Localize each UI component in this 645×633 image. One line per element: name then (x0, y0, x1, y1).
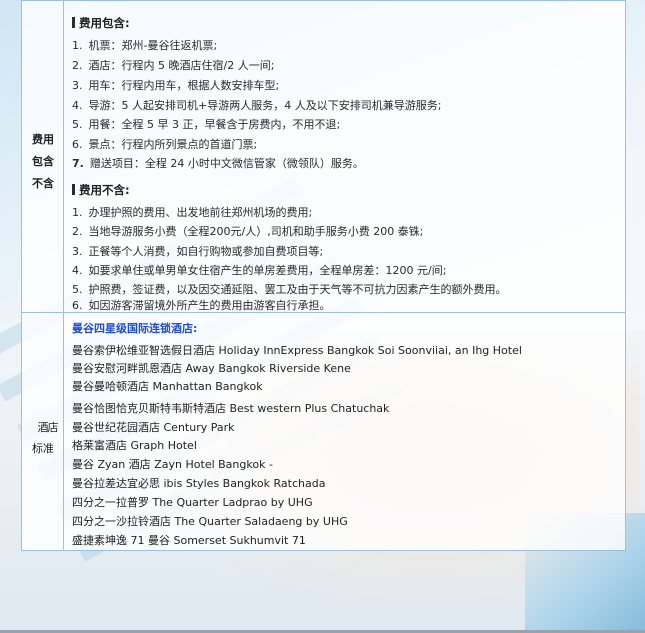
hotel-item: 盛捷素坤逸 71 曼谷 Somerset Sukhumvit 71 (72, 534, 306, 547)
heading-marker-icon (72, 17, 75, 28)
item-text: 当地导游服务小费（全程200元/人）,司机和助手服务小费 200 泰铢; (88, 225, 424, 238)
item-text: 正餐等个人消费，如自行购物或参加自费项目等; (88, 245, 324, 258)
included-item: 6. 景点：行程内所列景点的首道门票; (72, 136, 257, 152)
item-number: 2. (72, 225, 83, 238)
hotel-row: 酒 店 标准 曼谷四星级国际连锁酒店: 曼谷索伊松维亚智选假日酒店 Holida… (22, 313, 625, 550)
included-heading: 费用包含: (72, 15, 130, 31)
hotel-item: 曼谷世纪花园酒店 Century Park (72, 421, 235, 434)
included-item: 2. 酒店：行程内 5 晚酒店住宿/2 人一间; (72, 57, 274, 73)
item-number: 2. (72, 59, 83, 72)
item-number: 5. (72, 118, 83, 131)
item-number: 6. (72, 299, 83, 312)
item-text: 导游：5 人起安排司机+导游两人服务，4 人及以下安排司机兼导游服务; (88, 99, 442, 112)
excluded-item: 3. 正餐等个人消费，如自行购物或参加自费项目等; (72, 243, 323, 259)
hotel-heading: 曼谷四星级国际连锁酒店: (72, 322, 198, 335)
hotel-label-line: 店 (47, 421, 59, 434)
hotel-item: 曼谷索伊松维亚智选假日酒店 Holiday InnExpress Bangkok… (72, 344, 522, 357)
excluded-item: 5. 护照费，签证费，以及因交通延阻、罢工及由于天气等不可抗力因素产生的额外费用。 (72, 281, 507, 297)
fees-row: 费用 包含 不含 费用包含: 1. 机票：郑州-曼谷往返机票; 2. 酒店：行程内 … (22, 1, 625, 313)
item-text: 用车：行程内用车，根据人数安排车型; (88, 79, 280, 92)
included-heading-text: 费用包含: (79, 16, 130, 30)
fees-label-line: 包含 (32, 155, 54, 168)
item-number: 4. (72, 264, 83, 277)
included-item: 4. 导游：5 人起安排司机+导游两人服务，4 人及以下安排司机兼导游服务; (72, 97, 441, 113)
excluded-item: 4. 如要求单住或单男单女住宿产生的单房差费用，全程单房差：1200 元/间; (72, 262, 446, 278)
excluded-item: 2. 当地导游服务小费（全程200元/人）,司机和助手服务小费 200 泰铢; (72, 223, 423, 239)
item-text: 如要求单住或单男单女住宿产生的单房差费用，全程单房差：1200 元/间; (88, 264, 447, 277)
item-text: 机票：郑州-曼谷往返机票; (88, 39, 218, 52)
hotel-item: 曼谷安慰河畔凯恩酒店 Away Bangkok Riverside Kene (72, 362, 351, 375)
hotel-item: 曼谷曼哈顿酒店 Manhattan Bangkok (72, 380, 263, 393)
item-number: 3. (72, 245, 83, 258)
excluded-item: 6. 如因游客滞留境外所产生的费用由游客自行承担。 (72, 297, 331, 313)
item-number: 6. (72, 138, 83, 151)
item-number: 5. (72, 283, 83, 296)
hotel-item: 曼谷恰图恰克贝斯特韦斯特酒店 Best western Plus Chatuch… (72, 402, 390, 415)
hotel-item: 四分之一拉普罗 The Quarter Ladprao by UHG (72, 496, 313, 509)
item-text: 用餐：全程 5 早 3 正，早餐含于房费内，不用不退; (88, 118, 341, 131)
excluded-item: 1. 办理护照的费用、出发地前往郑州机场的费用; (72, 204, 312, 220)
included-item: 3. 用车：行程内用车，根据人数安排车型; (72, 77, 279, 93)
item-number: 7. (72, 157, 84, 170)
included-item: 5. 用餐：全程 5 早 3 正，早餐含于房费内，不用不退; (72, 116, 340, 132)
item-number: 4. (72, 99, 83, 112)
item-text: 景点：行程内所列景点的首道门票; (88, 138, 258, 151)
item-text: 赠送项目：全程 24 小时中文微信管家（微领队）服务。 (89, 157, 364, 170)
fees-label-line: 费用 (32, 133, 54, 146)
hotel-label-line: 标准 (32, 442, 54, 455)
heading-marker-icon (72, 184, 75, 195)
excluded-heading-text: 费用不含: (79, 183, 130, 197)
hotel-item: 四分之一沙拉铃酒店 The Quarter Saladaeng by UHG (72, 515, 348, 528)
included-item: 1. 机票：郑州-曼谷往返机票; (72, 37, 217, 53)
item-number: 1. (72, 206, 83, 219)
fees-label-cell: 费用 包含 不含 (22, 1, 64, 312)
item-text: 护照费，签证费，以及因交通延阻、罢工及由于天气等不可抗力因素产生的额外费用。 (88, 283, 507, 296)
itinerary-table: 费用 包含 不含 费用包含: 1. 机票：郑州-曼谷往返机票; 2. 酒店：行程内 … (21, 0, 626, 551)
fees-label-line: 不含 (32, 177, 54, 190)
included-item: 7. 赠送项目：全程 24 小时中文微信管家（微领队）服务。 (72, 155, 364, 171)
item-text: 办理护照的费用、出发地前往郑州机场的费用; (88, 206, 313, 219)
excluded-heading: 费用不含: (72, 182, 130, 198)
item-number: 1. (72, 39, 83, 52)
hotel-item: 曼谷 Zyan 酒店 Zayn Hotel Bangkok - (72, 458, 273, 471)
item-text: 如因游客滞留境外所产生的费用由游客自行承担。 (88, 299, 331, 312)
hotel-item: 曼谷拉差达宜必思 ibis Styles Bangkok Ratchada (72, 477, 326, 490)
hotel-label-cell: 酒 店 标准 (22, 313, 64, 550)
item-number: 3. (72, 79, 83, 92)
item-text: 酒店：行程内 5 晚酒店住宿/2 人一间; (88, 59, 275, 72)
hotel-item: 格莱富酒店 Graph Hotel (72, 439, 197, 452)
